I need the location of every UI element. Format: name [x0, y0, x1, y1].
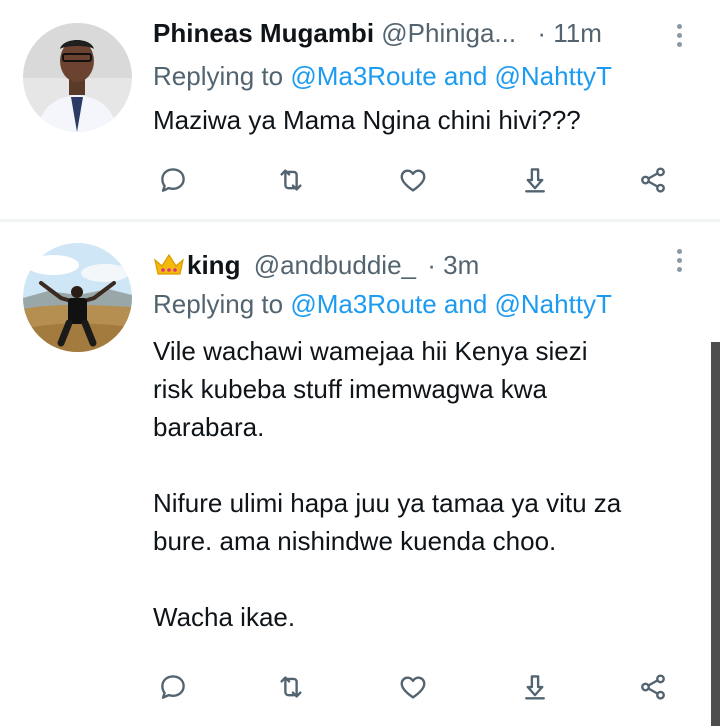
- replying-to: Replying to @Ma3Route and @NahttyT: [153, 289, 612, 319]
- more-options-icon[interactable]: [674, 24, 684, 51]
- mention-link[interactable]: @NahttyT: [495, 61, 612, 91]
- retweet-button[interactable]: [271, 160, 311, 200]
- retweet-icon: [280, 676, 302, 698]
- like-button[interactable]: [393, 667, 433, 707]
- share-icon: [641, 674, 665, 700]
- replying-and[interactable]: and: [437, 289, 495, 319]
- replying-to: Replying to @Ma3Route and @NahttyT: [153, 61, 612, 91]
- retweet-icon: [280, 169, 302, 191]
- replying-prefix: Replying to: [153, 289, 291, 319]
- crown-icon: [154, 253, 184, 275]
- retweet-button[interactable]: [271, 667, 311, 707]
- user-handle[interactable]: @andbuddie_: [254, 250, 416, 280]
- display-name[interactable]: king: [187, 250, 240, 280]
- tweet-header: king @andbuddie_ · 3m: [153, 250, 479, 280]
- like-icon: [400, 676, 426, 699]
- like-button[interactable]: [393, 160, 433, 200]
- reply-button[interactable]: [153, 667, 193, 707]
- replying-prefix: Replying to: [153, 61, 291, 91]
- download-button[interactable]: [515, 160, 555, 200]
- tweet[interactable]: king @andbuddie_ · 3m Replying to @Ma3Ro…: [0, 222, 720, 726]
- tweet-text: Vile wachawi wamejaa hii Kenya siezi ris…: [153, 336, 622, 632]
- timestamp[interactable]: · 3m: [427, 250, 479, 280]
- tweet-actions: [0, 160, 720, 200]
- tweet-header: Phineas Mugambi @Phiniga... · 11m: [153, 18, 602, 48]
- tweet-actions: [0, 667, 720, 707]
- mention-link[interactable]: @Ma3Route: [290, 289, 436, 319]
- display-name[interactable]: Phineas Mugambi: [153, 18, 374, 48]
- replying-and[interactable]: and: [437, 61, 495, 91]
- download-icon: [525, 675, 545, 700]
- share-button[interactable]: [633, 160, 673, 200]
- mention-link[interactable]: @Ma3Route: [290, 61, 436, 91]
- user-handle[interactable]: @Phiniga...: [381, 18, 516, 48]
- scrollbar[interactable]: [711, 342, 720, 726]
- download-button[interactable]: [515, 667, 555, 707]
- tweet[interactable]: Phineas Mugambi @Phiniga... · 11m Replyi…: [0, 0, 720, 219]
- tweet-text: Maziwa ya Mama Ngina chini hivi???: [153, 105, 581, 135]
- share-button[interactable]: [633, 667, 673, 707]
- mention-link[interactable]: @NahttyT: [495, 289, 612, 319]
- share-icon: [641, 167, 665, 193]
- more-options-icon[interactable]: [674, 249, 684, 276]
- reply-icon: [161, 168, 185, 192]
- like-icon: [400, 169, 426, 192]
- download-icon: [525, 168, 545, 193]
- reply-icon: [161, 675, 185, 699]
- avatar[interactable]: [23, 243, 132, 352]
- timestamp[interactable]: · 11m: [537, 18, 602, 48]
- reply-button[interactable]: [153, 160, 193, 200]
- avatar[interactable]: [23, 23, 132, 132]
